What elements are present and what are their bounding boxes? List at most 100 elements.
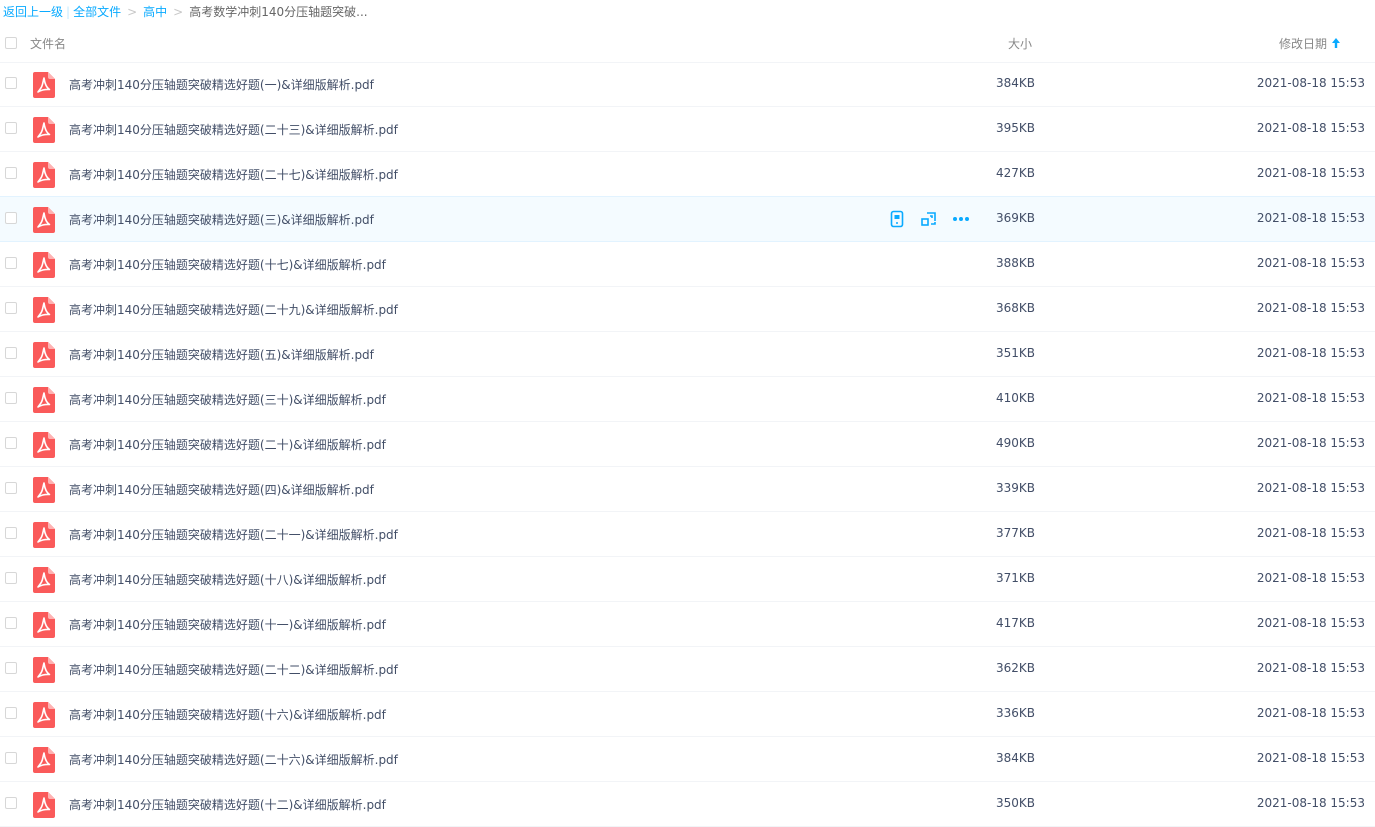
file-row[interactable]: 高考冲刺140分压轴题突破精选好题(四)&详细版解析.pdf 339KB 2021-…	[0, 467, 1375, 512]
file-name-link[interactable]: 高考冲刺140分压轴题突破精选好题(二十九)&详细版解析.pdf	[69, 301, 398, 318]
file-row[interactable]: 高考冲刺140分压轴题突破精选好题(二十三)&详细版解析.pdf 395KB 202…	[0, 107, 1375, 152]
breadcrumb-separator: |	[66, 5, 71, 19]
row-checkbox[interactable]	[5, 662, 17, 674]
select-all-checkbox[interactable]	[5, 37, 17, 49]
row-checkbox[interactable]	[5, 437, 17, 449]
file-row[interactable]: 高考冲刺140分压轴题突破精选好题(五)&详细版解析.pdf 351KB 2021-…	[0, 332, 1375, 377]
row-checkbox[interactable]	[5, 482, 17, 494]
row-checkbox[interactable]	[5, 302, 17, 314]
file-row[interactable]: 高考冲刺140分压轴题突破精选好题(十六)&详细版解析.pdf 336KB 2021…	[0, 692, 1375, 737]
file-name-link[interactable]: 高考冲刺140分压轴题突破精选好题(三十)&详细版解析.pdf	[69, 391, 386, 408]
file-size: 417KB	[995, 616, 1035, 630]
file-name-link[interactable]: 高考冲刺140分压轴题突破精选好题(二十六)&详细版解析.pdf	[69, 751, 398, 768]
pdf-file-icon	[33, 207, 55, 233]
more-icon[interactable]	[952, 210, 970, 228]
pdf-file-icon	[33, 117, 55, 143]
file-name-link[interactable]: 高考冲刺140分压轴题突破精选好题(二十二)&详细版解析.pdf	[69, 661, 398, 678]
file-modified-date: 2021-08-18 15:53	[1256, 571, 1365, 585]
file-size: 339KB	[995, 481, 1035, 495]
row-checkbox[interactable]	[5, 77, 17, 89]
file-list: 高考冲刺140分压轴题突破精选好题(一)&详细版解析.pdf 384KB 2021-…	[0, 62, 1375, 827]
file-size: 384KB	[995, 76, 1035, 90]
row-checkbox[interactable]	[5, 707, 17, 719]
file-size: 368KB	[995, 301, 1035, 315]
row-checkbox[interactable]	[5, 617, 17, 629]
breadcrumb-all-files[interactable]: 全部文件	[73, 5, 121, 19]
file-size: 490KB	[995, 436, 1035, 450]
file-row[interactable]: 高考冲刺140分压轴题突破精选好题(三十)&详细版解析.pdf 410KB 2021…	[0, 377, 1375, 422]
file-modified-date: 2021-08-18 15:53	[1256, 346, 1365, 360]
row-checkbox[interactable]	[5, 752, 17, 764]
column-header-size[interactable]: 大小	[1008, 35, 1032, 52]
file-row[interactable]: 高考冲刺140分压轴题突破精选好题(二十九)&详细版解析.pdf 368KB 202…	[0, 287, 1375, 332]
breadcrumb-chevron: >	[173, 5, 184, 19]
file-name-link[interactable]: 高考冲刺140分压轴题突破精选好题(三)&详细版解析.pdf	[69, 211, 374, 228]
file-size: 336KB	[995, 706, 1035, 720]
row-checkbox[interactable]	[5, 392, 17, 404]
breadcrumb-high-school[interactable]: 高中	[143, 5, 167, 19]
file-size: 410KB	[995, 391, 1035, 405]
file-size: 362KB	[995, 661, 1035, 675]
file-size: 350KB	[995, 796, 1035, 810]
breadcrumb: 返回上一级 | 全部文件 > 高中 > 高考数学冲刺140分压轴题突破...	[3, 0, 368, 24]
file-modified-date: 2021-08-18 15:53	[1256, 751, 1365, 765]
file-row[interactable]: 高考冲刺140分压轴题突破精选好题(二十二)&详细版解析.pdf 362KB 202…	[0, 647, 1375, 692]
file-name-link[interactable]: 高考冲刺140分压轴题突破精选好题(二十三)&详细版解析.pdf	[69, 121, 398, 138]
file-name-link[interactable]: 高考冲刺140分压轴题突破精选好题(二十七)&详细版解析.pdf	[69, 166, 398, 183]
file-name-link[interactable]: 高考冲刺140分压轴题突破精选好题(一)&详细版解析.pdf	[69, 76, 374, 93]
pdf-file-icon	[33, 567, 55, 593]
file-list-header: 文件名 大小 修改日期	[0, 24, 1375, 63]
file-size: 369KB	[995, 211, 1035, 225]
file-row[interactable]: 高考冲刺140分压轴题突破精选好题(十八)&详细版解析.pdf 371KB 2021…	[0, 557, 1375, 602]
column-header-name[interactable]: 文件名	[30, 35, 66, 52]
file-row[interactable]: 高考冲刺140分压轴题突破精选好题(二十)&详细版解析.pdf 490KB 2021…	[0, 422, 1375, 467]
file-modified-date: 2021-08-18 15:53	[1256, 256, 1365, 270]
row-checkbox[interactable]	[5, 212, 17, 224]
row-checkbox[interactable]	[5, 122, 17, 134]
file-name-link[interactable]: 高考冲刺140分压轴题突破精选好题(十八)&详细版解析.pdf	[69, 571, 386, 588]
row-checkbox[interactable]	[5, 572, 17, 584]
file-size: 395KB	[995, 121, 1035, 135]
file-row[interactable]: 高考冲刺140分压轴题突破精选好题(三)&详细版解析.pdf 369KB 2021-…	[0, 196, 1375, 242]
pdf-file-icon	[33, 477, 55, 503]
file-row[interactable]: 高考冲刺140分压轴题突破精选好题(十一)&详细版解析.pdf 417KB 2021…	[0, 602, 1375, 647]
file-modified-date: 2021-08-18 15:53	[1256, 706, 1365, 720]
file-modified-date: 2021-08-18 15:53	[1256, 661, 1365, 675]
file-row[interactable]: 高考冲刺140分压轴题突破精选好题(二十六)&详细版解析.pdf 384KB 202…	[0, 737, 1375, 782]
file-name-link[interactable]: 高考冲刺140分压轴题突破精选好题(十一)&详细版解析.pdf	[69, 616, 386, 633]
pdf-file-icon	[33, 747, 55, 773]
row-checkbox[interactable]	[5, 257, 17, 269]
share-icon[interactable]	[920, 210, 938, 228]
file-row[interactable]: 高考冲刺140分压轴题突破精选好题(二十一)&详细版解析.pdf 377KB 202…	[0, 512, 1375, 557]
file-modified-date: 2021-08-18 15:53	[1256, 481, 1365, 495]
pdf-file-icon	[33, 297, 55, 323]
row-checkbox[interactable]	[5, 167, 17, 179]
back-link[interactable]: 返回上一级	[3, 5, 63, 19]
file-size: 377KB	[995, 526, 1035, 540]
file-row[interactable]: 高考冲刺140分压轴题突破精选好题(一)&详细版解析.pdf 384KB 2021-…	[0, 62, 1375, 107]
file-modified-date: 2021-08-18 15:53	[1256, 391, 1365, 405]
file-size: 427KB	[995, 166, 1035, 180]
file-name-link[interactable]: 高考冲刺140分压轴题突破精选好题(二十一)&详细版解析.pdf	[69, 526, 398, 543]
file-row[interactable]: 高考冲刺140分压轴题突破精选好题(二十七)&详细版解析.pdf 427KB 202…	[0, 152, 1375, 197]
phone-icon[interactable]	[888, 210, 906, 228]
row-checkbox[interactable]	[5, 797, 17, 809]
file-name-link[interactable]: 高考冲刺140分压轴题突破精选好题(二十)&详细版解析.pdf	[69, 436, 386, 453]
file-name-link[interactable]: 高考冲刺140分压轴题突破精选好题(五)&详细版解析.pdf	[69, 346, 374, 363]
file-name-link[interactable]: 高考冲刺140分压轴题突破精选好题(四)&详细版解析.pdf	[69, 481, 374, 498]
row-checkbox[interactable]	[5, 347, 17, 359]
file-name-link[interactable]: 高考冲刺140分压轴题突破精选好题(十六)&详细版解析.pdf	[69, 706, 386, 723]
file-name-link[interactable]: 高考冲刺140分压轴题突破精选好题(十二)&详细版解析.pdf	[69, 796, 386, 813]
row-checkbox[interactable]	[5, 527, 17, 539]
file-row[interactable]: 高考冲刺140分压轴题突破精选好题(十七)&详细版解析.pdf 388KB 2021…	[0, 242, 1375, 287]
arrow-up-icon[interactable]	[1330, 36, 1342, 50]
column-header-date[interactable]: 修改日期	[1279, 35, 1327, 52]
file-name-link[interactable]: 高考冲刺140分压轴题突破精选好题(十七)&详细版解析.pdf	[69, 256, 386, 273]
file-row[interactable]: 高考冲刺140分压轴题突破精选好题(十二)&详细版解析.pdf 350KB 2021…	[0, 782, 1375, 827]
file-modified-date: 2021-08-18 15:53	[1256, 526, 1365, 540]
file-size: 371KB	[995, 571, 1035, 585]
pdf-file-icon	[33, 702, 55, 728]
pdf-file-icon	[33, 72, 55, 98]
pdf-file-icon	[33, 432, 55, 458]
file-size: 388KB	[995, 256, 1035, 270]
